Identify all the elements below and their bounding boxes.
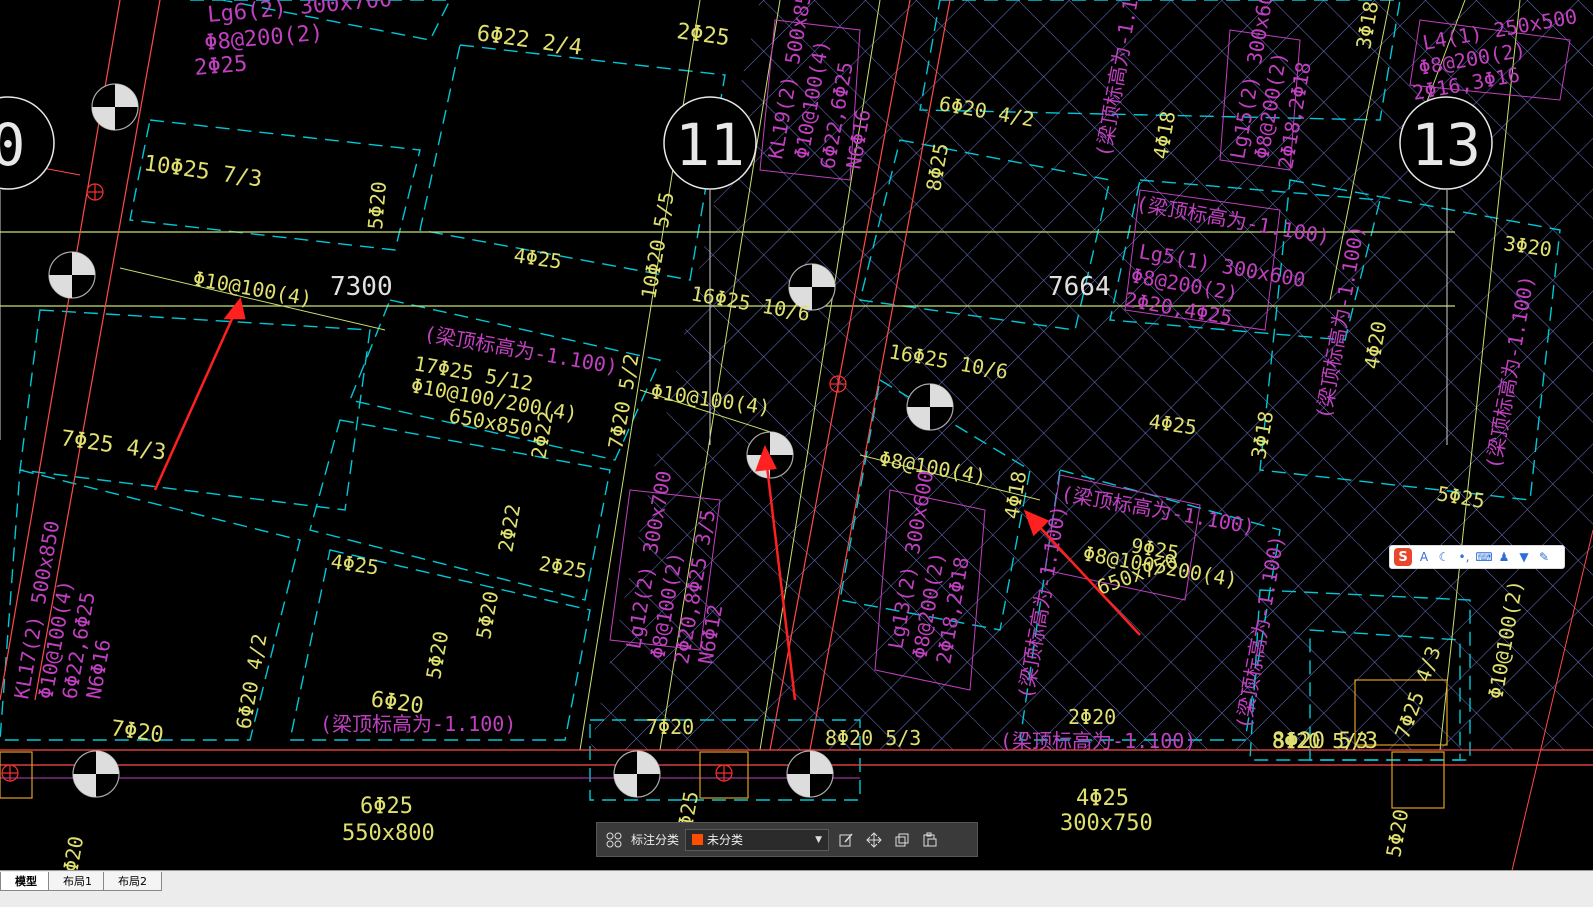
ime-toolbar: S A ☾ •, ⌨ ♟ ▼ ✎ [1389,545,1565,569]
beam-label: 7Φ20 [109,716,165,748]
beam-label: (梁顶标高为-1.100) [320,712,516,736]
beam-label: 10Φ20 5/5 [636,190,678,301]
column-symbol [72,750,120,798]
layout-tabs: 模型 布局1 布局2 [0,871,162,891]
tab-layout-2[interactable]: 布局2 [103,872,162,891]
ime-punctuation-icon[interactable]: •, [1456,549,1472,565]
ime-english-icon[interactable]: A [1416,549,1432,565]
ime-logo[interactable]: S [1394,548,1412,566]
beam-label: 6Φ25 [360,794,413,819]
beam-label: 5Φ20 [421,629,453,681]
dimension-7300: 7300 [330,272,393,302]
beam-label: 4Φ25 [329,549,380,579]
beam-label: 6Φ22 2/4 [475,21,583,61]
beam-label: 8Φ20 5/3 [1272,729,1368,753]
column-symbol [48,251,96,299]
axis-label-0: 0 [0,111,25,179]
beam-label: 300x750 [1060,811,1153,836]
annotation-toolbar: 标注分类 未分类 ▼ [596,822,978,857]
beam-label: 550x800 [342,821,435,846]
ime-moon-icon[interactable]: ☾ [1436,549,1452,565]
cad-drawing-canvas[interactable]: 11 13 0 7300 7664 Lg6(2) 300x700Φ8@200(2… [0,0,1593,888]
grid-apps-icon[interactable] [603,829,625,851]
ime-keyboard-icon[interactable]: ⌨ [1475,549,1492,565]
category-value: 未分类 [707,833,744,847]
axis-label-13: 13 [1411,111,1481,179]
beam-label: Φ10@100(4) [191,266,314,311]
beam-label: 6Φ20 4/2 [231,632,271,731]
beam-label: 2Φ22 [493,502,525,554]
category-color-swatch [692,834,704,845]
paste-icon[interactable] [919,829,941,851]
tab-layout-1[interactable]: 布局1 [48,872,107,891]
beam-label: 7Φ25 4/3 [59,426,167,466]
beam-label: 2Φ20 [1068,705,1116,729]
chevron-down-icon: ▼ [815,834,823,845]
column-symbol [786,750,834,798]
beam-label: 2Φ25 [193,51,248,81]
beam-label: 8Φ20 5/3 [825,726,921,750]
beam-label: 5Φ20 [1381,807,1413,859]
column-symbol [91,83,139,131]
beam-label: 10Φ25 7/3 [142,151,264,192]
axis-label-11: 11 [675,111,745,179]
column-symbol [746,431,794,479]
beam-label: 7Φ20 [646,715,694,739]
category-dropdown[interactable]: 未分类 ▼ [685,828,830,851]
move-icon[interactable] [863,829,885,851]
column-symbol [613,750,661,798]
beam-label: 2Φ25 [537,551,589,583]
copy-icon[interactable] [891,829,913,851]
dimension-7664: 7664 [1048,272,1111,302]
beam-label: 5Φ20 [363,180,391,230]
ime-user-icon[interactable]: ♟ [1496,549,1512,565]
beam-label: 5Φ20 [471,589,503,641]
ime-skin-icon[interactable]: ▼ [1516,549,1532,565]
ime-tools-icon[interactable]: ✎ [1536,549,1552,565]
layout-tab-bar: 模型 布局1 布局2 [0,870,1593,907]
beam-label: 4Φ25 [1076,786,1129,811]
edit-icon[interactable] [835,829,857,851]
tab-model[interactable]: 模型 [0,872,52,891]
beam-label: 2Φ25 [675,19,731,51]
beam-label: (梁顶标高为-1.100) [1000,729,1196,753]
beam-label: 4Φ25 [512,243,563,273]
column-symbol [906,383,954,431]
category-label: 标注分类 [631,833,680,847]
